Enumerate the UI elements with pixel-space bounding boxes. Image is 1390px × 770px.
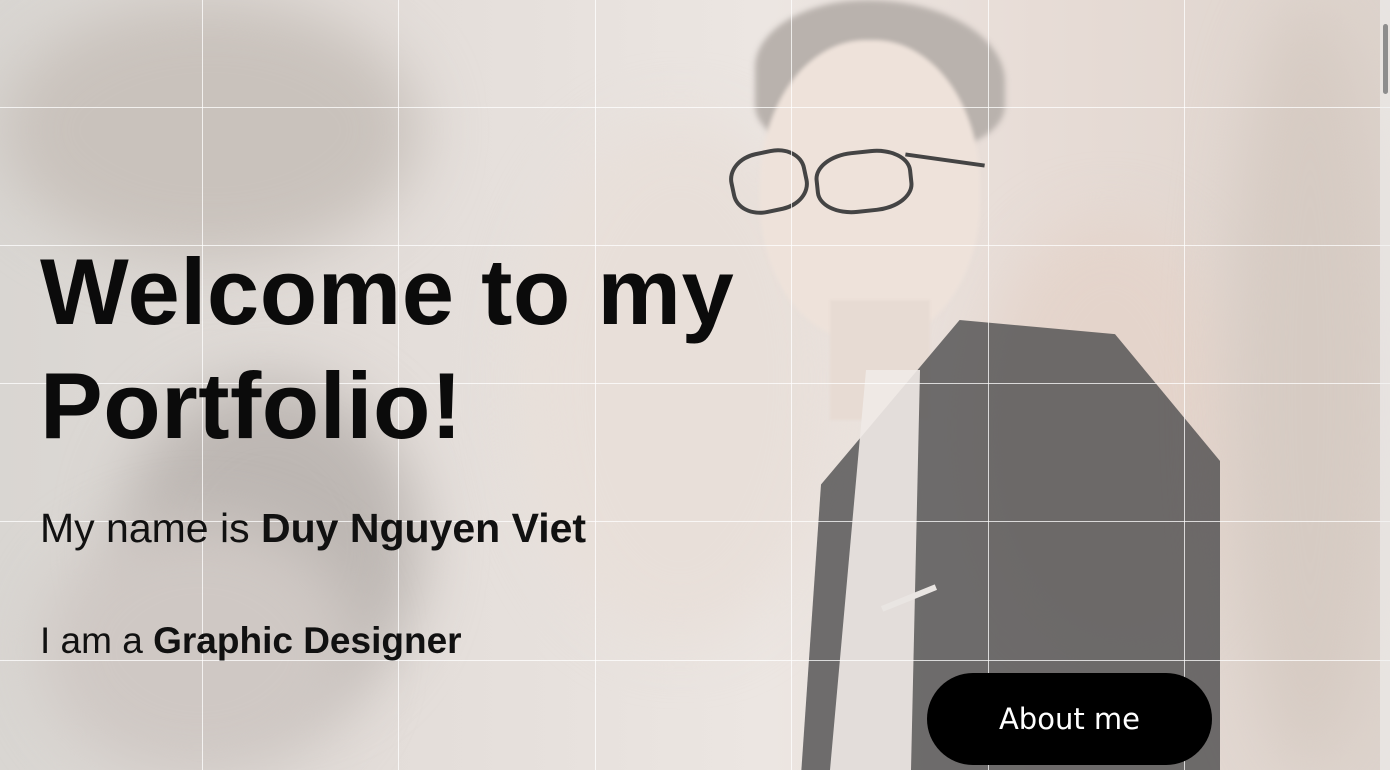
designer-role: Graphic Designer <box>153 620 462 661</box>
name-prefix: My name is <box>40 505 261 551</box>
about-me-button[interactable]: About me <box>927 673 1212 765</box>
scrollbar-thumb[interactable] <box>1383 24 1388 94</box>
portfolio-hero-page: Welcome to my Portfolio! My name is Duy … <box>0 0 1390 770</box>
name-line: My name is Duy Nguyen Viet <box>40 505 586 552</box>
hero-title: Welcome to my Portfolio! <box>40 239 735 458</box>
page-scrollbar[interactable] <box>1380 0 1390 770</box>
role-prefix: I am a <box>40 620 154 661</box>
designer-name: Duy Nguyen Viet <box>261 505 587 551</box>
role-line: I am a Graphic Designer <box>40 620 462 662</box>
